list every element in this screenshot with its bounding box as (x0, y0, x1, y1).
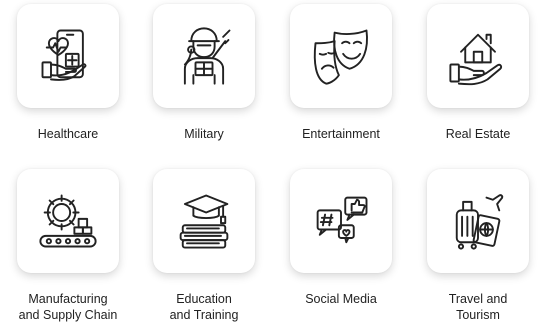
gear-conveyor-icon (39, 194, 97, 248)
education-tile[interactable] (153, 169, 255, 273)
travel-tile[interactable] (427, 169, 529, 273)
theater-masks-icon (313, 29, 368, 85)
military-label: Military (184, 127, 224, 141)
manufacturing-tile[interactable] (17, 169, 119, 273)
real-estate-tile[interactable] (427, 4, 529, 108)
healthcare-phone-heart-icon (41, 29, 87, 81)
soldier-icon (183, 27, 231, 85)
military-tile[interactable] (153, 4, 255, 108)
manufacturing-label: Manufacturing and Supply Chain (18, 292, 118, 322)
social-media-label: Social Media (305, 292, 377, 306)
house-in-hand-icon (449, 33, 503, 86)
real-estate-label: Real Estate (445, 127, 511, 141)
entertainment-label: Entertainment (302, 127, 380, 141)
social-bubbles-icon (316, 196, 368, 244)
entertainment-tile[interactable] (290, 4, 392, 108)
travel-label: Travel and Tourism (448, 292, 508, 322)
healthcare-label: Healthcare (37, 127, 99, 141)
graduation-cap-books-icon (179, 194, 229, 249)
education-label: Education and Training (169, 292, 239, 322)
healthcare-tile[interactable] (17, 4, 119, 108)
luggage-passport-icon (455, 194, 504, 250)
social-media-tile[interactable] (290, 169, 392, 273)
